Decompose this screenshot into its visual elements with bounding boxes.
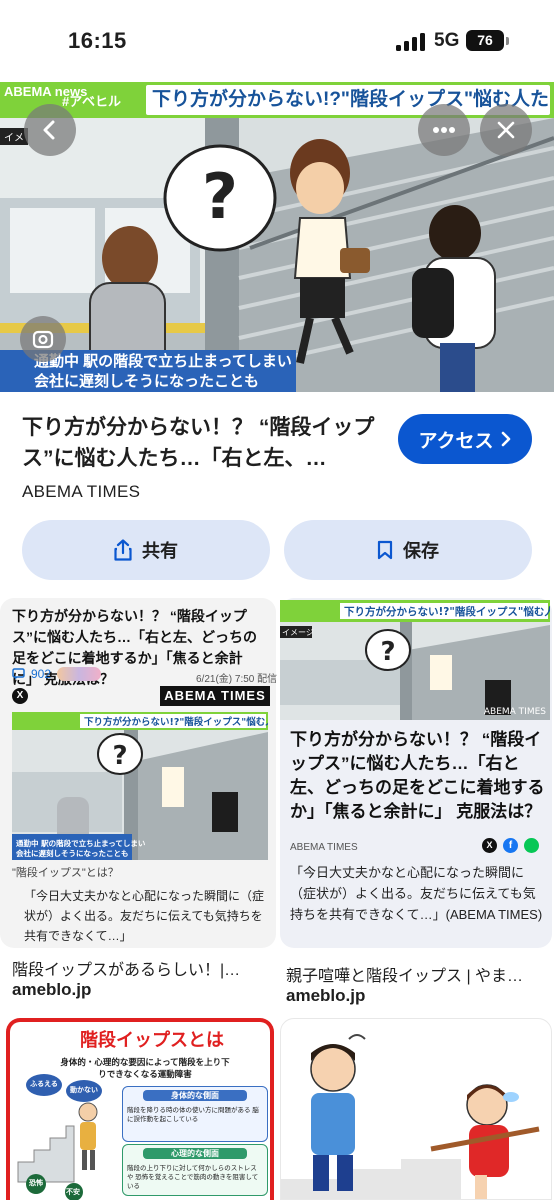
hero-image[interactable]: ? ABEMA news #アベヒル 下り方が分からない!?"階段イップス"悩む… [0, 82, 554, 392]
share-icon [114, 539, 132, 561]
save-button[interactable]: 保存 [284, 520, 532, 580]
hero-caption-line2: 会社に遅刻しそうになったことも [34, 373, 260, 390]
card2-caption[interactable]: 親子喧嘩と階段イップス | やま… [286, 962, 550, 986]
chevron-right-icon [501, 431, 510, 447]
card2-headline: 下り方が分からない！？ “階段イップス”に悩む人たち…「右と左、どっちの足をどこ… [290, 730, 545, 821]
card3-mental-header: 心理的な側面 [143, 1148, 247, 1159]
lens-icon [32, 330, 54, 349]
access-button[interactable]: アクセス [398, 414, 532, 464]
card3-label-shake: ふるえる [26, 1074, 62, 1096]
battery-icon: 76 [466, 30, 504, 51]
x-share-icon[interactable]: X [482, 838, 497, 853]
save-label: 保存 [403, 541, 439, 561]
card1-badge: ABEMA TIMES [160, 686, 270, 706]
network-type: 5G [434, 30, 460, 51]
more-options-button[interactable] [418, 104, 470, 156]
svg-text:通勤中 駅の階段で立ち止まってしまい: 通勤中 駅の階段で立ち止まってしまい [16, 838, 146, 848]
back-button[interactable] [24, 104, 76, 156]
card2-share-icons: X f [482, 838, 539, 853]
card2-thumbnail: 下り方が分からない!?"階段イップス"悩む人たち ? イメージ ABEMA TI… [280, 600, 550, 720]
svg-text:会社に遅刻しそうになったことも: 会社に遅刻しそうになったことも [16, 848, 129, 858]
bookmark-icon [377, 540, 393, 560]
facebook-share-icon[interactable]: f [503, 838, 518, 853]
reactions-avatars [57, 667, 102, 681]
svg-text:?: ? [202, 160, 238, 233]
comment-icon [12, 668, 25, 680]
share-label: 共有 [142, 541, 178, 561]
hero-banner-tag: #アベヒル [62, 94, 121, 109]
svg-text:下り方が分からない!?"階段イップス"悩む人たち: 下り方が分からない!?"階段イップス"悩む人たち [344, 605, 550, 618]
svg-text:?: ? [112, 741, 127, 771]
status-bar: 16:15 5G 76 [0, 0, 554, 82]
lens-button[interactable] [20, 316, 66, 362]
card1-domain[interactable]: ameblo.jp [12, 980, 91, 1000]
card3-mental-text: 階段の上り下りに対して何かしらのストレスや 恐怖を覚えることで筋肉の動きを阻害し… [127, 1165, 259, 1190]
card1-meta: 902 [12, 667, 102, 681]
signal-icon [396, 33, 426, 51]
result-source: ABEMA TIMES [22, 482, 141, 501]
card1-comments: 902 [31, 667, 52, 681]
chevron-left-icon [43, 120, 55, 140]
hero-caption-line1: 通勤中 駅の階段で立ち止まってしまい [34, 353, 292, 370]
x-icon: X [12, 688, 28, 704]
close-button[interactable] [480, 104, 532, 156]
card3-physical-header: 身体的な側面 [143, 1090, 247, 1101]
card3-mental-box: 心理的な側面 階段の上り下りに対して何かしらのストレスや 恐怖を覚えることで筋肉… [122, 1144, 268, 1196]
card3-physical-box: 身体的な側面 階段を降りる時の体の使い方に問題がある 脳に誤作動を起こしている [122, 1086, 268, 1142]
card2-quote: 「今日大丈夫かなと心配になった瞬間に（症状が）よく出る。友だちに伝えても気持ちを… [290, 865, 543, 922]
access-button-label: アクセス [418, 430, 494, 452]
status-time: 16:15 [68, 28, 127, 53]
card4-illustration [281, 1034, 540, 1199]
svg-text:イメージ: イメージ [282, 628, 314, 637]
card2-source: ABEMA TIMES [290, 842, 358, 853]
line-share-icon[interactable] [524, 838, 539, 853]
card2-domain[interactable]: ameblo.jp [286, 986, 365, 1006]
share-button[interactable]: 共有 [22, 520, 270, 580]
card3-physical-text: 階段を降りる時の体の使い方に問題がある 脳に誤作動を起こしている [127, 1107, 259, 1123]
card1-thumbnail: 下り方が分からない!?"階段イップス"悩む人たち ? 通勤中 駅の階段で立ち止ま… [12, 712, 268, 860]
battery-cap [506, 37, 509, 45]
result-title[interactable]: 下り方が分からない！？ “階段イップス”に悩む人たち…「右と左、… [22, 412, 386, 474]
card1-image-caption: "階段イップス"とは？ [12, 867, 119, 879]
result-card-3[interactable]: 階段イップスとは 身体的・心理的な要因によって階段を上り下りできなくなる運動障害… [6, 1018, 274, 1200]
card1-caption[interactable]: 階段イップスがあるらしい！|… [12, 956, 274, 980]
close-icon [497, 121, 515, 139]
card3-title: 階段イップスとは [80, 1030, 224, 1050]
card3-label-anxiety: 不安 [66, 1189, 80, 1196]
more-horizontal-icon [433, 127, 455, 133]
card3-label-fear: 恐怖 [29, 1180, 43, 1187]
card1-date: 6/21(金) 7:50 配信 [196, 674, 278, 685]
result-card-4[interactable] [280, 1018, 552, 1200]
svg-text:下り方が分からない!?"階段イップス"悩む人たち: 下り方が分からない!?"階段イップス"悩む人たち [84, 716, 268, 728]
svg-text:?: ? [380, 637, 395, 667]
svg-text:ABEMA TIMES: ABEMA TIMES [484, 707, 546, 717]
card1-quote: 「今日大丈夫かなと心配になった瞬間に（症状が）よく出る。友だちに伝えても気持ちを… [24, 889, 265, 943]
card3-label-frozen: 動かない [66, 1080, 102, 1102]
